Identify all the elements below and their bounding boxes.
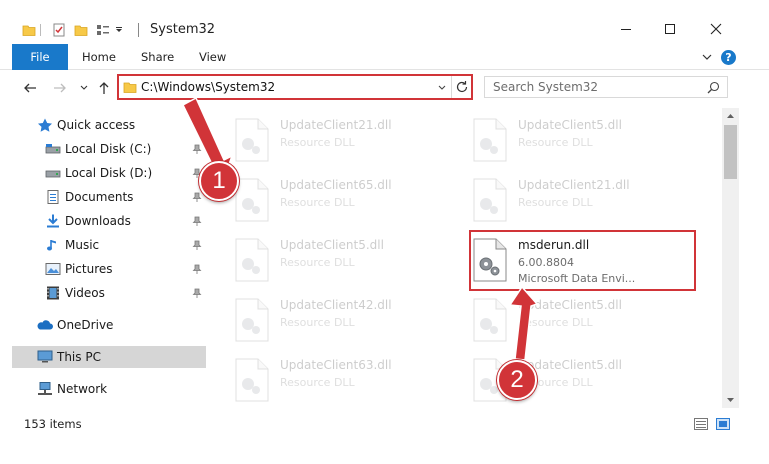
dll-file-icon [473, 178, 507, 222]
navigation-pane: Quick access Local Disk (C:) Local Disk … [12, 108, 206, 408]
expand-ribbon-icon[interactable] [701, 49, 713, 65]
dll-file-icon [235, 358, 269, 402]
onedrive-icon [37, 320, 53, 330]
nav-item-videos[interactable]: Videos [12, 282, 206, 304]
tab-share[interactable]: Share [141, 44, 174, 70]
file-explorer-window: System32 File Home Share View ? C:\Windo… [0, 0, 769, 464]
pin-icon[interactable] [192, 216, 202, 226]
item-count: 153 items [24, 417, 82, 431]
dll-file-icon [473, 118, 507, 162]
callout-1: 1 [199, 161, 239, 201]
file-item[interactable]: UpdateClient21.dll Resource DLL [234, 114, 464, 174]
new-folder-icon[interactable] [74, 20, 88, 40]
minimize-button[interactable] [606, 18, 646, 40]
tab-view[interactable]: View [199, 44, 226, 70]
scrollbar-thumb[interactable] [724, 125, 737, 179]
pin-icon[interactable] [192, 144, 202, 154]
forward-button[interactable] [50, 78, 70, 98]
back-button[interactable] [20, 78, 40, 98]
drive-icon [45, 170, 61, 178]
network-icon [38, 382, 52, 395]
address-path: C:\Windows\System32 [141, 80, 276, 94]
properties-icon[interactable] [52, 20, 66, 40]
scroll-up-icon[interactable] [726, 112, 735, 120]
dll-file-icon [235, 118, 269, 162]
downloads-icon [47, 214, 59, 228]
chevron-down-icon[interactable] [114, 20, 124, 40]
address-dropdown-icon[interactable] [437, 83, 447, 93]
close-button[interactable] [696, 18, 736, 40]
vertical-scrollbar[interactable] [722, 108, 739, 408]
nav-item-local-disk-d[interactable]: Local Disk (D:) [12, 162, 206, 184]
recent-locations-button[interactable] [74, 78, 94, 98]
drive-icon [45, 144, 61, 154]
maximize-button[interactable] [650, 18, 690, 40]
nav-item-onedrive[interactable]: OneDrive [12, 314, 206, 336]
nav-item-this-pc[interactable]: This PC [12, 346, 206, 368]
up-button[interactable] [94, 78, 114, 98]
search-input[interactable]: Search System32 [484, 76, 728, 98]
pin-icon[interactable] [192, 288, 202, 298]
address-bar[interactable]: C:\Windows\System32 [117, 74, 473, 100]
nav-item-documents[interactable]: Documents [12, 186, 206, 208]
title-bar: System32 [0, 0, 769, 44]
dll-file-icon [235, 238, 269, 282]
file-item[interactable]: UpdateClient5.dll Resource DLL [472, 114, 702, 174]
nav-item-quick-access[interactable]: Quick access [12, 114, 206, 136]
this-pc-icon [37, 350, 53, 363]
customize-icon[interactable] [96, 20, 110, 40]
large-icons-view-icon[interactable] [716, 418, 730, 430]
folder-icon [22, 20, 36, 40]
file-item[interactable]: UpdateClient5.dll Resource DLL [472, 294, 702, 354]
videos-icon [47, 286, 59, 300]
pin-icon[interactable] [192, 264, 202, 274]
file-item[interactable]: UpdateClient42.dll Resource DLL [234, 294, 464, 354]
msderun-highlight-box [469, 230, 696, 291]
pin-icon[interactable] [192, 192, 202, 202]
callout-2: 2 [497, 360, 537, 400]
tab-home[interactable]: Home [82, 44, 116, 70]
folder-icon [123, 82, 137, 93]
file-item[interactable]: UpdateClient5.dll Resource DLL [234, 234, 464, 294]
file-item[interactable]: UpdateClient63.dll Resource DLL [234, 354, 464, 408]
details-view-icon[interactable] [694, 418, 708, 430]
search-icon[interactable] [707, 81, 720, 94]
window-title: System32 [150, 22, 216, 37]
music-icon [47, 240, 56, 251]
scroll-down-icon[interactable] [726, 396, 735, 404]
documents-icon [47, 190, 59, 204]
status-bar: 153 items [0, 412, 769, 436]
nav-item-local-disk-c[interactable]: Local Disk (C:) [12, 138, 206, 160]
nav-item-network[interactable]: Network [12, 378, 206, 400]
star-icon [38, 118, 52, 132]
file-item[interactable]: UpdateClient21.dll Resource DLL [472, 174, 702, 234]
nav-item-music[interactable]: Music [12, 234, 206, 256]
dll-file-icon [235, 178, 269, 222]
search-placeholder: Search System32 [493, 80, 599, 94]
nav-item-pictures[interactable]: Pictures [12, 258, 206, 280]
pictures-icon [45, 263, 61, 275]
file-item[interactable]: UpdateClient65.dll Resource DLL [234, 174, 464, 234]
pin-icon[interactable] [192, 240, 202, 250]
dll-file-icon [235, 298, 269, 342]
tab-file[interactable]: File [12, 44, 68, 70]
ribbon-tabs: File Home Share View ? [0, 44, 769, 70]
window-bottom [0, 436, 769, 464]
dll-file-icon [473, 298, 507, 342]
nav-item-downloads[interactable]: Downloads [12, 210, 206, 232]
refresh-icon[interactable] [455, 80, 469, 94]
help-icon[interactable]: ? [721, 49, 736, 65]
